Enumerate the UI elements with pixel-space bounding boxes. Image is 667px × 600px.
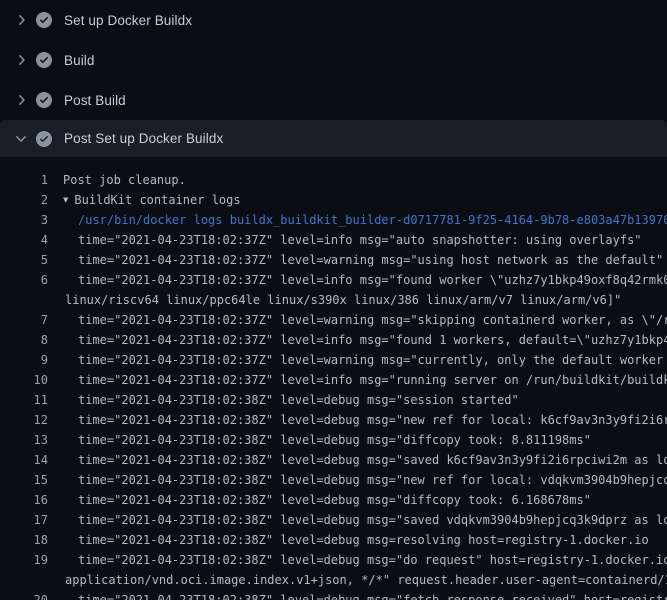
log-text: time="2021-04-23T18:02:37Z" level=warnin… [78,310,667,330]
group-toggle-icon[interactable]: ▼ [63,191,68,211]
step-label: Post Build [64,93,126,108]
log-line: 12 time="2021-04-23T18:02:38Z" level=debu… [0,410,667,430]
line-number[interactable]: 18 [0,530,48,550]
log-line: 13 time="2021-04-23T18:02:38Z" level=debu… [0,430,667,450]
line-number[interactable]: 17 [0,510,48,530]
log-line: 8 time="2021-04-23T18:02:37Z" level=info … [0,330,667,350]
log-text: linux/riscv64 linux/ppc64le linux/s390x … [65,290,621,310]
line-number[interactable]: 10 [0,370,48,390]
log-text: application/vnd.oci.image.index.v1+json,… [65,570,667,590]
log-line: 18 time="2021-04-23T18:02:38Z" level=debu… [0,530,667,550]
log-line: 11 time="2021-04-23T18:02:38Z" level=debu… [0,390,667,410]
check-circle-icon [36,12,52,28]
log-line: linux/riscv64 linux/ppc64le linux/s390x … [0,290,667,310]
line-number[interactable]: 20 [0,590,48,600]
log-text: time="2021-04-23T18:02:38Z" level=debug … [78,510,667,530]
line-number[interactable]: 3 [0,210,48,230]
log-text: time="2021-04-23T18:02:38Z" level=debug … [78,590,667,600]
log-group-header-line[interactable]: 2 ▼ BuildKit container logs [0,190,667,210]
log-text: time="2021-04-23T18:02:37Z" level=info m… [78,230,642,250]
log-text: time="2021-04-23T18:02:38Z" level=debug … [78,530,649,550]
chevron-right-icon[interactable] [13,12,29,28]
line-number[interactable]: 2 [0,190,48,210]
line-number[interactable]: 8 [0,330,48,350]
log-line: 1 Post job cleanup. [0,170,667,190]
log-line: 16 time="2021-04-23T18:02:38Z" level=debu… [0,490,667,510]
log-text: time="2021-04-23T18:02:38Z" level=debug … [78,550,667,570]
log-line: application/vnd.oci.image.index.v1+json,… [0,570,667,590]
line-number[interactable]: 12 [0,410,48,430]
log-line: 20 time="2021-04-23T18:02:38Z" level=debu… [0,590,667,600]
check-circle-icon [36,52,52,68]
steps-list: Set up Docker Buildx Build Post Build Po… [0,0,667,157]
log-text: time="2021-04-23T18:02:38Z" level=debug … [78,390,519,410]
group-label: BuildKit container logs [74,193,240,207]
chevron-right-icon[interactable] [13,92,29,108]
line-number[interactable]: 7 [0,310,48,330]
log-text: time="2021-04-23T18:02:37Z" level=info m… [78,270,667,290]
log-text: ▼ BuildKit container logs [63,190,241,210]
chevron-down-icon[interactable] [13,131,29,147]
line-number[interactable]: 14 [0,450,48,470]
line-number[interactable]: 5 [0,250,48,270]
line-number[interactable]: 4 [0,230,48,250]
log-line: 15 time="2021-04-23T18:02:38Z" level=debu… [0,470,667,490]
log-line: 19 time="2021-04-23T18:02:38Z" level=debu… [0,550,667,570]
step-row-post-set-up-docker-buildx[interactable]: Post Set up Docker Buildx [0,120,667,157]
log-command-text: /usr/bin/docker logs buildx_buildkit_bui… [78,210,667,230]
step-row-set-up-docker-buildx[interactable]: Set up Docker Buildx [0,0,667,40]
log-line: 5 time="2021-04-23T18:02:37Z" level=warni… [0,250,667,270]
line-number[interactable]: 15 [0,470,48,490]
log-text: time="2021-04-23T18:02:38Z" level=debug … [78,490,591,510]
log-line: 10 time="2021-04-23T18:02:37Z" level=info… [0,370,667,390]
log-text: time="2021-04-23T18:02:37Z" level=warnin… [78,350,667,370]
log-text: Post job cleanup. [63,170,186,190]
chevron-right-icon[interactable] [13,52,29,68]
check-circle-icon [36,131,52,147]
step-row-post-build[interactable]: Post Build [0,80,667,120]
log-line: 17 time="2021-04-23T18:02:38Z" level=debu… [0,510,667,530]
step-label: Post Set up Docker Buildx [64,131,223,146]
line-number[interactable]: 13 [0,430,48,450]
line-number[interactable]: 19 [0,550,48,570]
log-text: time="2021-04-23T18:02:37Z" level=info m… [78,330,667,350]
line-number[interactable]: 16 [0,490,48,510]
log-line: 3/usr/bin/docker logs buildx_buildkit_bu… [0,210,667,230]
log-line: 6 time="2021-04-23T18:02:37Z" level=info … [0,270,667,290]
line-number [0,290,48,310]
step-row-build[interactable]: Build [0,40,667,80]
line-number [0,570,48,590]
line-number[interactable]: 9 [0,350,48,370]
line-number[interactable]: 1 [0,170,48,190]
line-number[interactable]: 6 [0,270,48,290]
log-text: time="2021-04-23T18:02:37Z" level=warnin… [78,250,663,270]
log-line: 7 time="2021-04-23T18:02:37Z" level=warni… [0,310,667,330]
check-circle-icon [36,92,52,108]
actions-log-viewer: { "steps": [ { "label": "Set up Docker B… [0,0,667,600]
step-label: Build [64,53,95,68]
log-text: time="2021-04-23T18:02:38Z" level=debug … [78,450,667,470]
log-line: 4 time="2021-04-23T18:02:37Z" level=info … [0,230,667,250]
log-text: time="2021-04-23T18:02:38Z" level=debug … [78,470,667,490]
log-line: 14 time="2021-04-23T18:02:38Z" level=debu… [0,450,667,470]
log-text: time="2021-04-23T18:02:38Z" level=debug … [78,430,591,450]
log-panel[interactable]: 1 Post job cleanup. 2 ▼ BuildKit container l… [0,157,667,600]
log-line: 9 time="2021-04-23T18:02:37Z" level=warni… [0,350,667,370]
log-text: time="2021-04-23T18:02:38Z" level=debug … [78,410,667,430]
log-text: time="2021-04-23T18:02:37Z" level=info m… [78,370,667,390]
step-label: Set up Docker Buildx [64,13,192,28]
line-number[interactable]: 11 [0,390,48,410]
